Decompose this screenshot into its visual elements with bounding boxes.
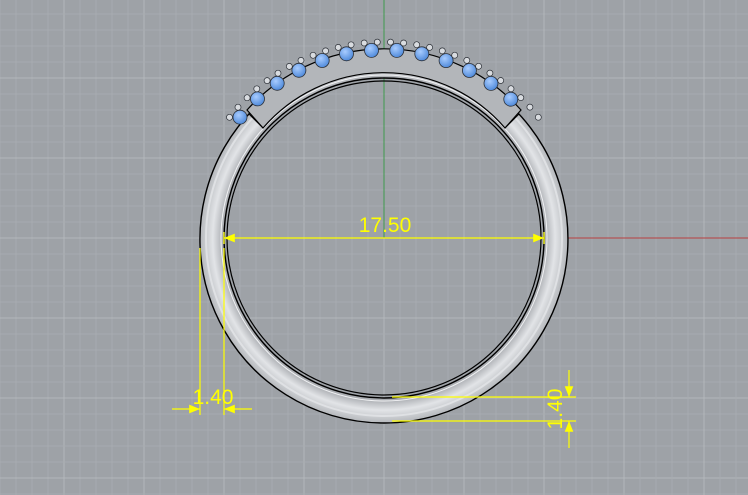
- prong-bead: [400, 39, 407, 47]
- prong-bead: [475, 62, 482, 70]
- viewport-canvas[interactable]: 17.50 1.40 1.40: [0, 0, 748, 495]
- pave-stone[interactable]: [461, 63, 477, 78]
- prong-bead: [507, 85, 515, 93]
- prong-bead: [463, 57, 471, 64]
- pave-stone[interactable]: [250, 91, 265, 107]
- prong-bead: [373, 38, 381, 46]
- pave-stone[interactable]: [314, 53, 330, 68]
- pave-stone[interactable]: [503, 91, 519, 107]
- rhino-viewport[interactable]: 17.50 1.40 1.40: [0, 0, 748, 495]
- pave-stone[interactable]: [438, 53, 454, 68]
- pave-stone[interactable]: [232, 109, 248, 125]
- prong-bead: [517, 94, 525, 101]
- prong-bead: [234, 103, 242, 111]
- prong-bead: [297, 57, 305, 64]
- prong-bead: [285, 63, 293, 70]
- prong-bead: [334, 44, 342, 51]
- pave-stone[interactable]: [291, 62, 307, 78]
- prong-bead: [426, 44, 433, 51]
- prong-bead: [534, 113, 542, 121]
- prong-bead: [243, 94, 251, 102]
- pave-stone[interactable]: [339, 46, 354, 62]
- pave-stone[interactable]: [269, 75, 285, 91]
- band-thickness-dimension-label[interactable]: 1.40: [544, 389, 567, 430]
- prong-bead: [263, 77, 271, 84]
- prong-bead: [226, 113, 233, 121]
- prong-bead: [274, 69, 282, 77]
- prong-bead: [486, 69, 494, 77]
- prong-bead: [526, 103, 534, 111]
- prong-bead: [451, 51, 459, 59]
- prong-bead: [360, 39, 368, 47]
- prong-bead: [497, 77, 505, 84]
- prong-bead: [253, 85, 261, 93]
- band-width-dimension-label[interactable]: 1.40: [193, 386, 234, 409]
- prong-bead: [387, 38, 394, 46]
- diameter-dimension-label[interactable]: 17.50: [359, 214, 412, 237]
- pave-stone[interactable]: [364, 43, 379, 58]
- prong-bead: [413, 41, 421, 49]
- pave-stone[interactable]: [483, 76, 499, 91]
- prong-bead: [322, 47, 329, 55]
- prong-bead: [438, 47, 446, 55]
- prong-bead: [347, 41, 355, 49]
- prong-bead: [309, 51, 317, 59]
